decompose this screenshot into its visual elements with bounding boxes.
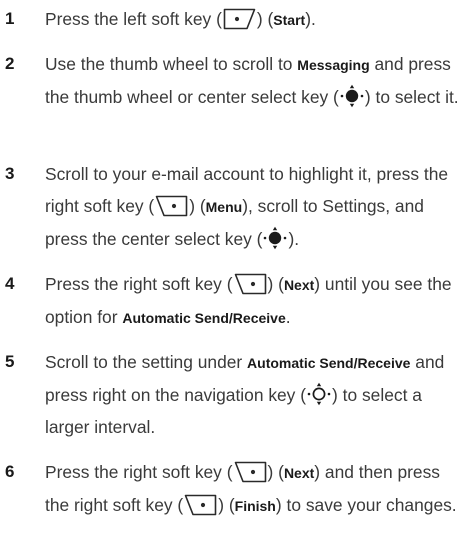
- step-text-run: ) (: [267, 274, 284, 294]
- step-text-run: ).: [288, 229, 300, 249]
- key-label-next: Next: [283, 465, 315, 481]
- step-text: Press the right soft key () (Next) and t…: [45, 456, 461, 522]
- step-text-run: .: [285, 307, 291, 327]
- center-select-key-icon: [263, 226, 287, 250]
- step-text-run: ) (: [256, 9, 274, 29]
- step-text-run: Scroll to the setting under: [45, 352, 248, 372]
- step-text-run: ) (: [218, 495, 235, 515]
- step-number: 1: [5, 9, 15, 28]
- left-soft-key-icon: [223, 8, 256, 30]
- step-text-run: Press the right soft key (: [45, 274, 233, 294]
- step-text-run: Press the right soft key (: [45, 462, 233, 482]
- step-text-run: ) (: [189, 196, 206, 216]
- menu-label-messaging: Messaging: [297, 57, 370, 73]
- step-text: Scroll to your e-mail account to highlig…: [45, 158, 461, 255]
- option-label-automatic-send-receive: Automatic Send/Receive: [122, 310, 286, 326]
- step-text: Press the left soft key ( ) (Start).: [45, 3, 461, 36]
- key-label-start: Start: [273, 12, 306, 28]
- step-text-run: ) to save your changes.: [275, 495, 457, 515]
- step-text-run: Use the thumb wheel to scroll to: [45, 54, 298, 74]
- step-number: 6: [5, 462, 15, 481]
- step-text-run: ) (: [267, 462, 284, 482]
- step-text-run: ).: [305, 9, 316, 29]
- step-number: 4: [5, 274, 15, 293]
- right-soft-key-icon: [155, 195, 188, 217]
- right-soft-key-icon: [184, 494, 217, 516]
- step-text-run: ) to select it.: [364, 87, 459, 107]
- center-select-key-icon: [340, 84, 364, 108]
- key-label-menu: Menu: [205, 199, 243, 215]
- right-soft-key-icon: [234, 461, 267, 483]
- step-text: Use the thumb wheel to scroll to Messagi…: [45, 48, 461, 113]
- step-text: Press the right soft key () (Next) until…: [45, 268, 461, 334]
- option-label-automatic-send-receive: Automatic Send/Receive: [247, 355, 411, 371]
- step-text: Scroll to the setting under Automatic Se…: [45, 346, 461, 443]
- key-label-next: Next: [283, 277, 315, 293]
- step-text-run: Press the left soft key (: [45, 9, 222, 29]
- navigation-key-right-icon: [307, 382, 331, 406]
- right-soft-key-icon: [234, 273, 267, 295]
- step-number: 2: [5, 54, 15, 73]
- key-label-finish: Finish: [234, 498, 276, 514]
- step-number: 3: [5, 164, 15, 183]
- step-number: 5: [5, 352, 15, 371]
